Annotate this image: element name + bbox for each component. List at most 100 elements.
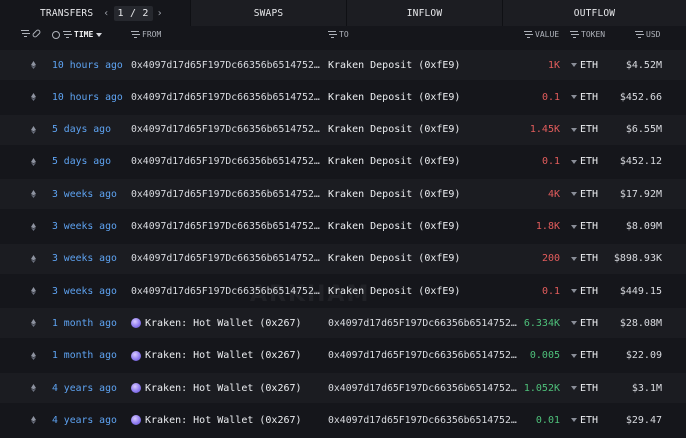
to-entity[interactable]: Kraken Deposit (0xfE9) (328, 276, 460, 306)
token-cell[interactable]: ETH (571, 373, 598, 403)
from-address[interactable]: 0x4097d17d65F197Dc66356b6514752… (131, 212, 320, 242)
to-address[interactable]: 0x4097d17d65F197Dc66356b6514752… (328, 373, 517, 403)
time-link[interactable]: 4 years ago (52, 405, 117, 435)
token-cell[interactable]: ETH (571, 276, 598, 306)
header-token[interactable]: TOKEN (570, 30, 605, 39)
table-row[interactable]: 3 weeks ago 0x4097d17d65F197Dc66356b6514… (0, 179, 686, 210)
time-link[interactable]: 1 month ago (52, 308, 117, 338)
ethereum-icon (31, 93, 36, 102)
token-symbol: ETH (580, 382, 599, 394)
time-link[interactable]: 3 weeks ago (52, 244, 117, 274)
table-row[interactable]: 1 month ago Kraken: Hot Wallet (0x267) 0… (0, 341, 686, 371)
token-cell[interactable]: ETH (571, 244, 598, 274)
token-symbol: ETH (580, 350, 599, 362)
to-entity[interactable]: Kraken Deposit (0xfE9) (328, 50, 460, 80)
token-cell[interactable]: ETH (571, 341, 598, 371)
value-amount: 0.005 (529, 350, 560, 362)
time-link[interactable]: 5 days ago (52, 115, 111, 145)
from-address[interactable]: 0x4097d17d65F197Dc66356b6514752… (131, 244, 320, 274)
usd-filter-icon[interactable] (635, 31, 643, 38)
to-entity[interactable]: Kraken Deposit (0xfE9) (328, 115, 460, 145)
time-link[interactable]: 1 month ago (52, 341, 117, 371)
from-address[interactable]: 0x4097d17d65F197Dc66356b6514752… (131, 50, 320, 80)
to-address[interactable]: 0x4097d17d65F197Dc66356b6514752… (328, 341, 517, 371)
to-entity[interactable]: Kraken Deposit (0xfE9) (328, 147, 460, 177)
from-entity[interactable]: Kraken: Hot Wallet (0x267) (131, 341, 302, 371)
token-symbol: ETH (580, 317, 599, 329)
tab-bar: TRANSFERS ‹ 1 / 2 › SWAPS INFLOW OUTFLOW (0, 0, 686, 26)
token-cell[interactable]: ETH (571, 147, 598, 177)
tab-outflow[interactable]: OUTFLOW (502, 0, 686, 26)
table-row[interactable]: 3 weeks ago 0x4097d17d65F197Dc66356b6514… (0, 276, 686, 306)
from-entity[interactable]: Kraken: Hot Wallet (0x267) (131, 308, 302, 338)
time-link[interactable]: 3 weeks ago (52, 179, 117, 209)
token-cell[interactable]: ETH (571, 82, 598, 112)
value-amount: 200 (541, 253, 560, 265)
token-dropdown-icon (571, 353, 577, 358)
to-address[interactable]: 0x4097d17d65F197Dc66356b6514752… (328, 308, 517, 338)
time-link[interactable]: 10 hours ago (52, 50, 123, 80)
from-entity[interactable]: Kraken: Hot Wallet (0x267) (131, 373, 302, 403)
to-filter-icon[interactable] (328, 31, 336, 38)
table-row[interactable]: 5 days ago 0x4097d17d65F197Dc66356b65147… (0, 114, 686, 145)
ethereum-icon (31, 287, 36, 296)
ethereum-icon (31, 125, 36, 134)
token-dropdown-icon (571, 127, 577, 132)
header-time-label: TIME (74, 30, 94, 39)
header-from[interactable]: FROM (131, 30, 161, 39)
token-cell[interactable]: ETH (571, 405, 598, 435)
header-value[interactable]: VALUE (524, 30, 559, 39)
tab-transfers[interactable]: TRANSFERS ‹ 1 / 2 › (0, 0, 190, 26)
table-row[interactable]: 4 years ago Kraken: Hot Wallet (0x267) 0… (0, 373, 686, 403)
table-row[interactable]: 1 month ago Kraken: Hot Wallet (0x267) 0… (0, 308, 686, 339)
token-cell[interactable]: ETH (571, 212, 598, 242)
token-filter-icon[interactable] (570, 31, 578, 38)
token-cell[interactable]: ETH (571, 179, 598, 209)
time-link[interactable]: 10 hours ago (52, 82, 123, 112)
time-link[interactable]: 5 days ago (52, 147, 111, 177)
ethereum-icon (31, 61, 36, 69)
usd-amount: $449.15 (619, 285, 662, 297)
table-row[interactable]: 5 days ago 0x4097d17d65F197Dc66356b65147… (0, 147, 686, 177)
table-row[interactable]: 3 weeks ago 0x4097d17d65F197Dc66356b6514… (0, 243, 686, 274)
token-cell[interactable]: ETH (571, 50, 598, 80)
time-link[interactable]: 3 weeks ago (52, 212, 117, 242)
table-row[interactable]: 3 weeks ago 0x4097d17d65F197Dc66356b6514… (0, 212, 686, 242)
value-amount: 1.8K (535, 221, 560, 232)
time-link[interactable]: 3 weeks ago (52, 276, 117, 306)
token-cell[interactable]: ETH (571, 115, 598, 145)
time-filter-icon[interactable] (63, 31, 71, 38)
tab-inflow[interactable]: INFLOW (346, 0, 502, 26)
to-entity[interactable]: Kraken Deposit (0xfE9) (328, 82, 460, 112)
prev-page-icon[interactable]: ‹ (103, 8, 109, 19)
usd-amount: $452.12 (619, 156, 662, 168)
filter-icon[interactable] (21, 30, 29, 37)
to-address[interactable]: 0x4097d17d65F197Dc66356b6514752… (328, 405, 517, 435)
from-address[interactable]: 0x4097d17d65F197Dc66356b6514752… (131, 276, 320, 306)
table-row[interactable]: 10 hours ago 0x4097d17d65F197Dc66356b651… (0, 82, 686, 112)
to-entity[interactable]: Kraken Deposit (0xfE9) (328, 244, 460, 274)
usd-amount: $3.1M (631, 382, 662, 394)
header-time[interactable]: TIME (52, 30, 103, 39)
from-address[interactable]: 0x4097d17d65F197Dc66356b6514752… (131, 115, 320, 145)
sort-desc-icon[interactable] (96, 32, 103, 37)
from-address[interactable]: 0x4097d17d65F197Dc66356b6514752… (131, 179, 320, 209)
from-address[interactable]: 0x4097d17d65F197Dc66356b6514752… (131, 147, 320, 177)
header-to[interactable]: TO (328, 30, 349, 39)
to-entity[interactable]: Kraken Deposit (0xfE9) (328, 212, 460, 242)
table-row[interactable]: 10 hours ago 0x4097d17d65F197Dc66356b651… (0, 50, 686, 80)
tab-swaps[interactable]: SWAPS (190, 0, 346, 26)
from-entity[interactable]: Kraken: Hot Wallet (0x267) (131, 405, 302, 435)
time-link[interactable]: 4 years ago (52, 373, 117, 403)
next-page-icon[interactable]: › (157, 8, 163, 19)
clock-icon (52, 30, 60, 39)
token-cell[interactable]: ETH (571, 308, 598, 338)
header-usd[interactable]: USD (635, 30, 660, 39)
link-icon[interactable] (31, 28, 42, 39)
table-row[interactable]: 4 years ago Kraken: Hot Wallet (0x267) 0… (0, 405, 686, 435)
from-filter-icon[interactable] (131, 31, 139, 38)
value-filter-icon[interactable] (524, 31, 532, 38)
token-dropdown-icon (571, 289, 577, 294)
to-entity[interactable]: Kraken Deposit (0xfE9) (328, 179, 460, 209)
from-address[interactable]: 0x4097d17d65F197Dc66356b6514752… (131, 82, 320, 112)
